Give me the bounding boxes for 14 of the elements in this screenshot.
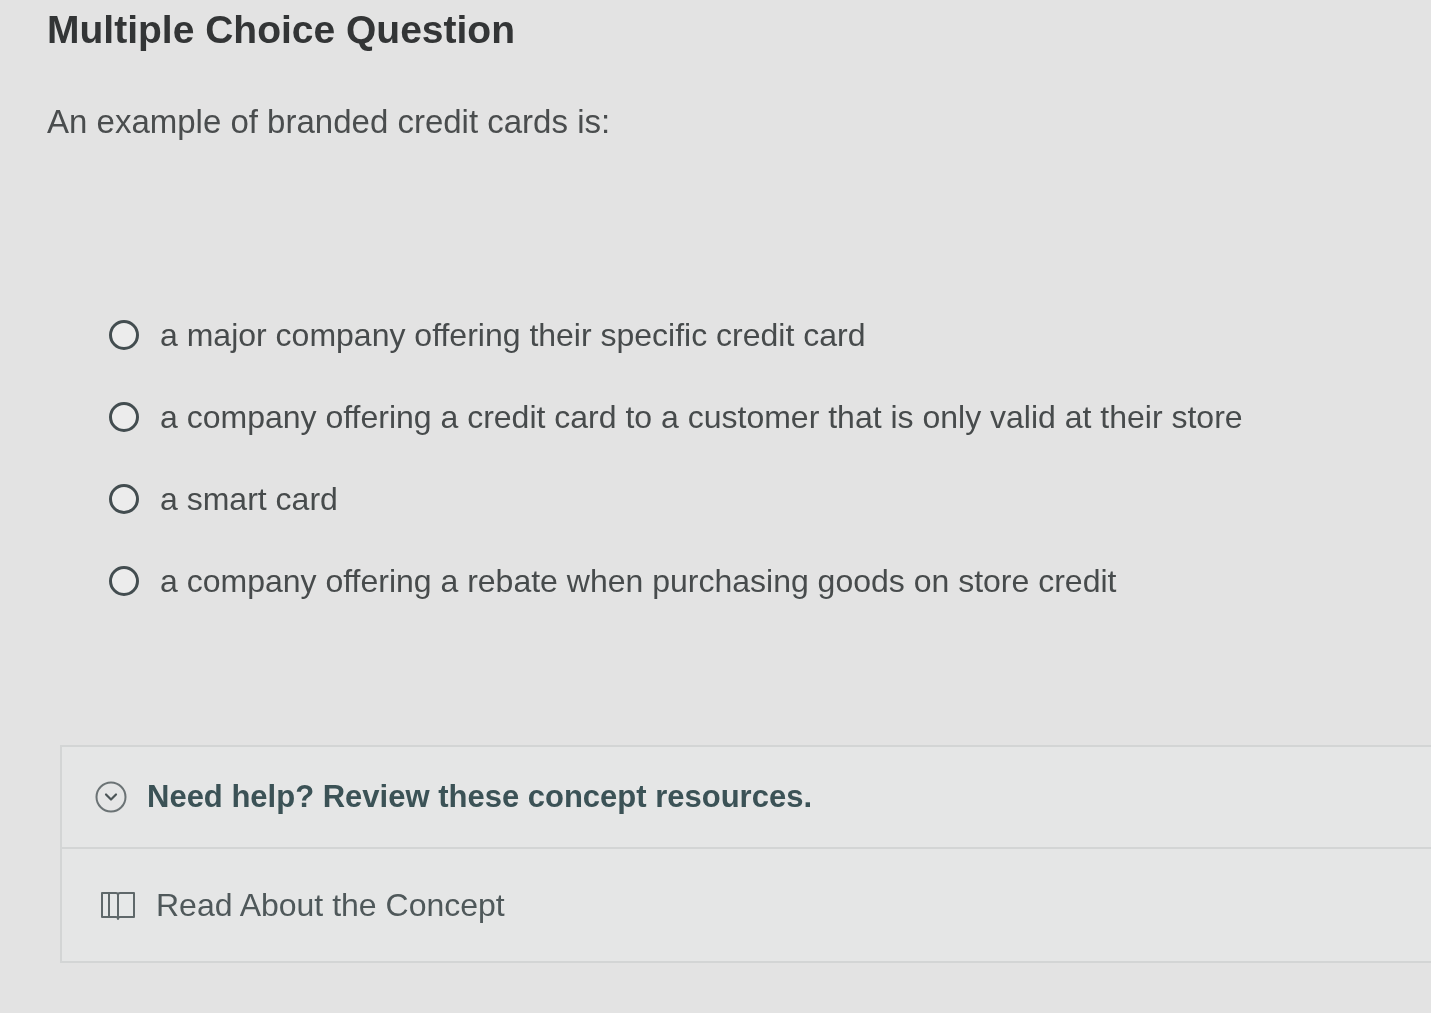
question-text: An example of branded credit cards is:: [47, 102, 612, 142]
book-icon: [100, 890, 136, 920]
radio-button[interactable]: [109, 566, 139, 596]
answer-option-label[interactable]: a company offering a credit card to a customer that is only valid at their store: [160, 397, 1243, 437]
help-toggle[interactable]: Need help? Review these concept resources.: [62, 747, 1431, 847]
answer-option-label[interactable]: a smart card: [160, 479, 338, 519]
radio-button[interactable]: [109, 402, 139, 432]
radio-button[interactable]: [109, 320, 139, 350]
answer-option-label[interactable]: a major company offering their specific credit card: [160, 315, 866, 355]
radio-button[interactable]: [109, 484, 139, 514]
question-type-title: Multiple Choice Question: [47, 7, 517, 53]
resource-link[interactable]: Read About the Concept: [62, 849, 1431, 961]
answer-option-label[interactable]: a company offering a rebate when purchasing goods on store credit: [160, 561, 1117, 601]
chevron-circle-icon: [95, 781, 127, 813]
